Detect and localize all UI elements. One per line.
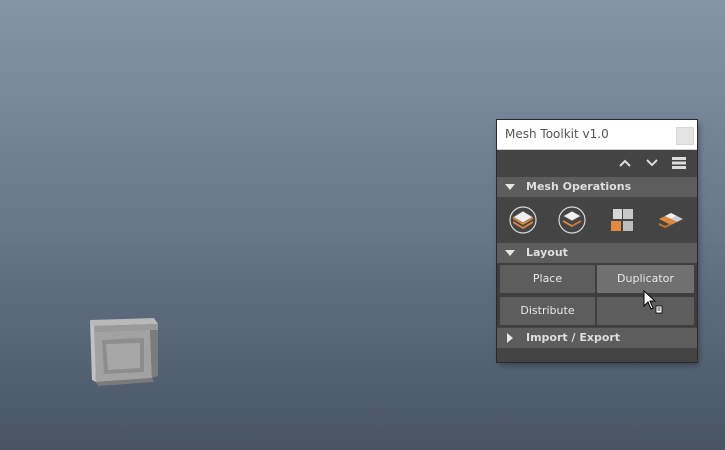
section-import-export[interactable]: Import / Export <box>497 328 697 348</box>
layers-icon[interactable] <box>508 205 538 235</box>
layout-button-grid: Place Duplicator Distribute <box>497 263 697 327</box>
menu-button[interactable] <box>669 154 689 172</box>
move-up-button[interactable] <box>615 154 635 172</box>
section-mesh-operations[interactable]: Mesh Operations <box>497 177 697 197</box>
chevron-up-icon <box>619 159 631 167</box>
section-label: Layout <box>526 246 568 259</box>
mesh-operations-toolbar <box>497 197 697 243</box>
layer-swap-icon[interactable] <box>557 205 587 235</box>
triangle-down-icon <box>505 250 515 256</box>
close-button[interactable] <box>676 127 694 145</box>
mesh-toolkit-panel: Mesh Toolkit v1.0 Mesh Operations Layout… <box>497 120 697 362</box>
section-label: Mesh Operations <box>526 180 632 193</box>
triangle-right-icon <box>507 333 513 343</box>
tiles-icon[interactable] <box>655 205 685 235</box>
empty-slot <box>597 297 694 325</box>
move-down-button[interactable] <box>642 154 662 172</box>
mesh-object[interactable] <box>86 316 160 386</box>
triangle-down-icon <box>505 184 515 190</box>
panel-toolbar <box>497 150 697 177</box>
panel-title: Mesh Toolkit v1.0 <box>505 127 609 141</box>
grid-split-icon[interactable] <box>607 205 637 235</box>
panel-titlebar[interactable]: Mesh Toolkit v1.0 <box>497 120 697 150</box>
section-label: Import / Export <box>526 331 621 344</box>
duplicator-button[interactable]: Duplicator <box>597 265 694 293</box>
distribute-button[interactable]: Distribute <box>500 297 595 325</box>
section-layout[interactable]: Layout <box>497 243 697 263</box>
chevron-down-icon <box>646 159 658 167</box>
hamburger-menu-icon <box>672 157 686 169</box>
place-button[interactable]: Place <box>500 265 595 293</box>
